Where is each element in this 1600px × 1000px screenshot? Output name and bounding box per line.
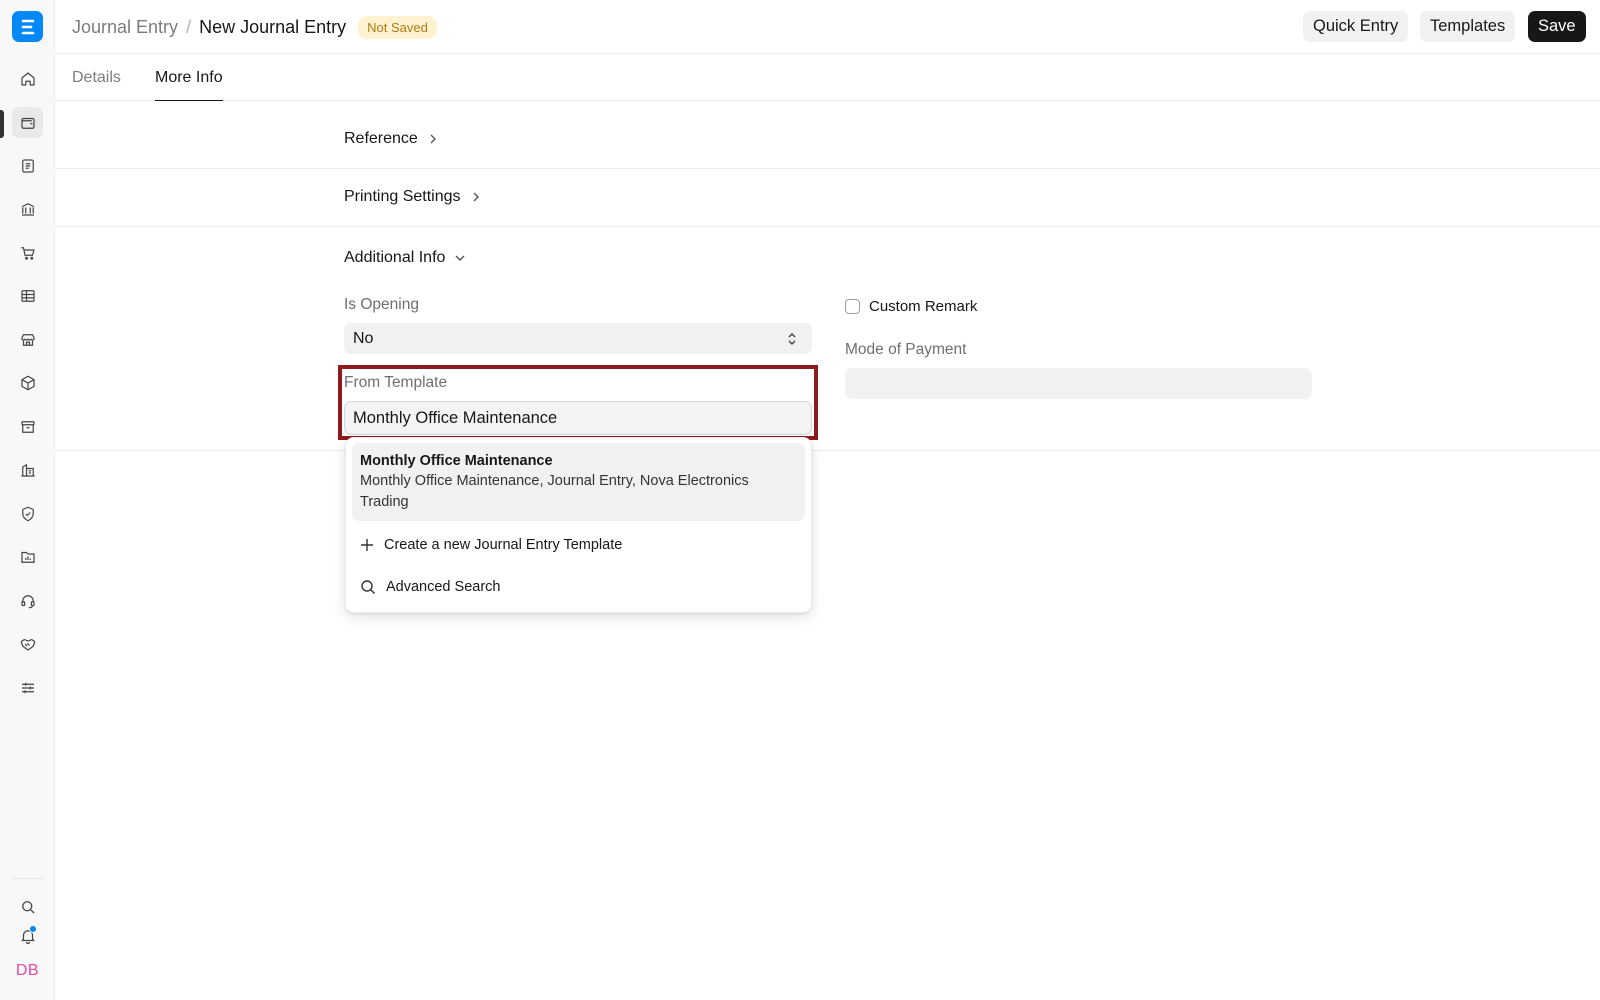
mode-of-payment-input[interactable] [845,368,1312,399]
sliders-icon [21,682,34,693]
chevron-down-icon [455,255,465,261]
bank-icon [21,202,34,216]
app-logo[interactable] [12,11,43,42]
nav-assets[interactable] [12,411,43,442]
document-icon [21,158,34,173]
dropdown-option[interactable]: Monthly Office Maintenance Monthly Offic… [352,443,805,521]
search-icon [21,900,34,913]
from-template-input[interactable]: Monthly Office Maintenance [344,401,812,435]
nav-reports[interactable] [12,280,43,311]
create-template-option[interactable]: Create a new Journal Entry Template [360,534,622,556]
user-avatar[interactable]: DB [12,955,43,986]
chevron-up-down-icon [788,333,796,345]
custom-remark-checkbox[interactable] [845,299,860,314]
section-printing-settings: Printing Settings [55,169,1600,227]
section-reference-header[interactable]: Reference [344,130,440,148]
nav-home[interactable] [12,63,43,94]
section-printing-title: Printing Settings [344,188,461,205]
status-badge: Not Saved [358,16,437,39]
section-printing-header[interactable]: Printing Settings [344,188,483,206]
search-button[interactable] [12,891,43,922]
notification-dot [29,925,37,933]
template-dropdown: Monthly Office Maintenance Monthly Offic… [345,437,812,613]
nav-accounting[interactable] [12,107,43,138]
nav-manufacturing[interactable] [12,454,43,485]
handshake-icon [20,638,35,651]
active-indicator [0,110,4,138]
nav-support[interactable] [12,585,43,616]
is-opening-label: Is Opening [344,296,419,313]
advanced-search-label: Advanced Search [386,579,501,595]
nav-buying[interactable] [12,237,43,268]
nav-banking[interactable] [12,193,43,224]
templates-button[interactable]: Templates [1420,11,1516,42]
breadcrumb-separator: / [186,17,192,37]
is-opening-value: No [353,329,374,347]
page-title: New Journal Entry [199,17,347,37]
home-icon [20,71,35,86]
building-icon [20,463,35,477]
breadcrumb-parent[interactable]: Journal Entry [72,17,178,38]
shield-check-icon [21,506,34,521]
plus-icon [361,539,373,551]
chevron-right-icon [430,134,436,144]
cart-icon [20,246,35,260]
nav-projects[interactable] [12,541,43,572]
page-header: Journal Entry / New Journal Entry Not Sa… [55,0,1600,54]
table-icon [20,289,35,302]
section-additional-header[interactable]: Additional Info [344,249,467,267]
from-template-label: From Template [344,374,448,391]
nav-crm[interactable] [12,628,43,659]
notifications-button[interactable] [12,920,43,951]
mode-of-payment-label: Mode of Payment [845,341,967,358]
sidebar: DB [0,0,55,1000]
nav-settings[interactable] [12,672,43,703]
custom-remark-label[interactable]: Custom Remark [869,298,977,315]
breadcrumb: Journal Entry / New Journal Entry Not Sa… [72,16,437,39]
is-opening-select[interactable]: No [344,323,812,354]
create-template-label: Create a new Journal Entry Template [384,537,623,553]
package-icon [20,375,35,390]
tab-details[interactable]: Details [72,69,121,101]
nav-quality[interactable] [12,498,43,529]
store-icon [20,333,35,346]
nav-stock[interactable] [12,367,43,398]
tab-more-info[interactable]: More Info [155,69,223,101]
nav-selling[interactable] [12,324,43,355]
sidebar-divider [12,878,43,879]
quick-entry-button[interactable]: Quick Entry [1303,11,1409,42]
nav-invoices[interactable] [12,150,43,181]
folder-chart-icon [20,551,35,563]
advanced-search-option[interactable]: Advanced Search [360,576,500,598]
section-additional-info: Additional Info [55,227,1600,451]
headset-icon [20,594,35,608]
dropdown-option-title: Monthly Office Maintenance [360,453,553,469]
archive-icon [20,420,35,433]
section-additional-title: Additional Info [344,249,446,266]
section-reference-title: Reference [344,130,418,147]
wallet-icon [20,117,35,129]
save-button[interactable]: Save [1528,11,1586,42]
dropdown-option-description: Monthly Office Maintenance, Journal Entr… [360,473,749,510]
erpnext-logo-icon [21,19,34,34]
tab-bar: Details More Info [55,54,1600,101]
section-reference: Reference [55,100,1600,169]
search-icon [361,580,375,594]
chevron-right-icon [473,192,479,202]
